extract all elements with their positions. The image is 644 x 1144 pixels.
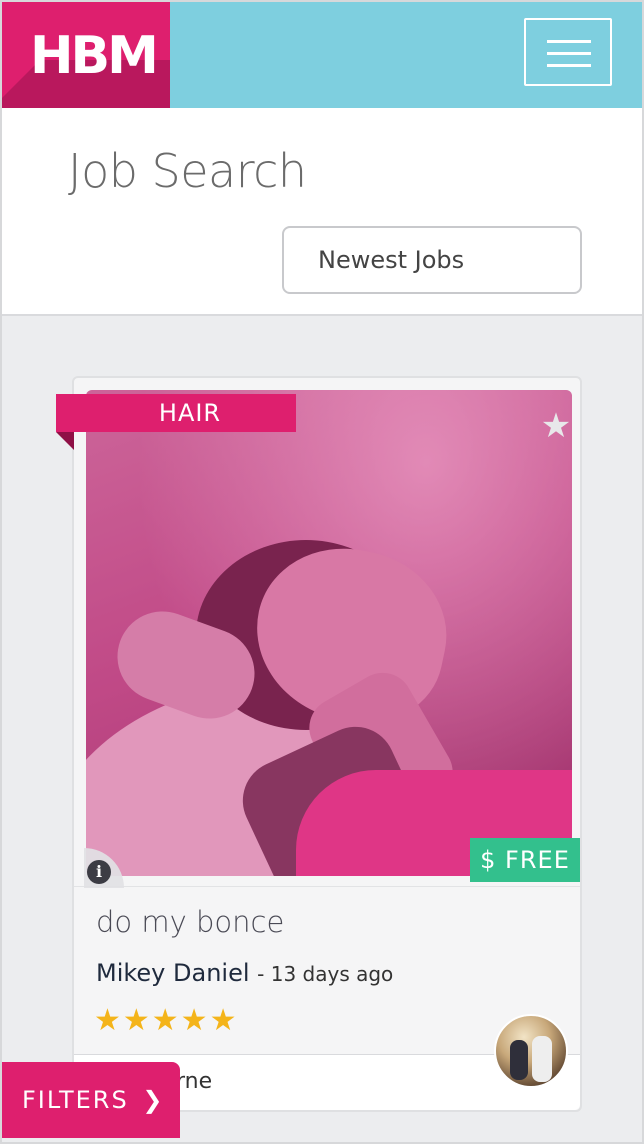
poster-line: Mikey Daniel - 13 days ago [96,959,393,987]
rating-stars: ★★★★★ [94,1003,239,1038]
page-title: Job Search [68,144,307,198]
sort-select[interactable]: Newest Jobs [282,226,582,294]
top-bar: HBM [0,0,644,108]
info-icon: i [87,860,111,884]
filters-button[interactable]: FILTERS ❯ [2,1062,180,1138]
filters-label: FILTERS [22,1086,129,1114]
logo-text: HBM [30,26,159,86]
job-card[interactable]: ★ HAIR i $ FREE do my bonce Mikey Daniel… [56,376,582,1112]
poster-name[interactable]: Mikey Daniel [96,959,250,987]
price-badge: $ FREE [470,838,580,882]
posted-ago: - 13 days ago [257,962,394,986]
dollar-icon: $ [480,846,497,874]
menu-button[interactable] [524,18,612,86]
category-ribbon: HAIR [56,394,296,432]
price-label: FREE [505,846,570,874]
ribbon-fold [56,432,74,450]
job-title[interactable]: do my bonce [96,905,284,939]
title-panel: Job Search Newest Jobs [0,108,644,316]
favorite-star-icon[interactable]: ★ [538,408,572,444]
chevron-right-icon: ❯ [142,1086,165,1114]
hbm-logo[interactable]: HBM [0,0,170,108]
poster-avatar[interactable] [494,1014,568,1088]
job-photo: ★ [86,390,572,876]
